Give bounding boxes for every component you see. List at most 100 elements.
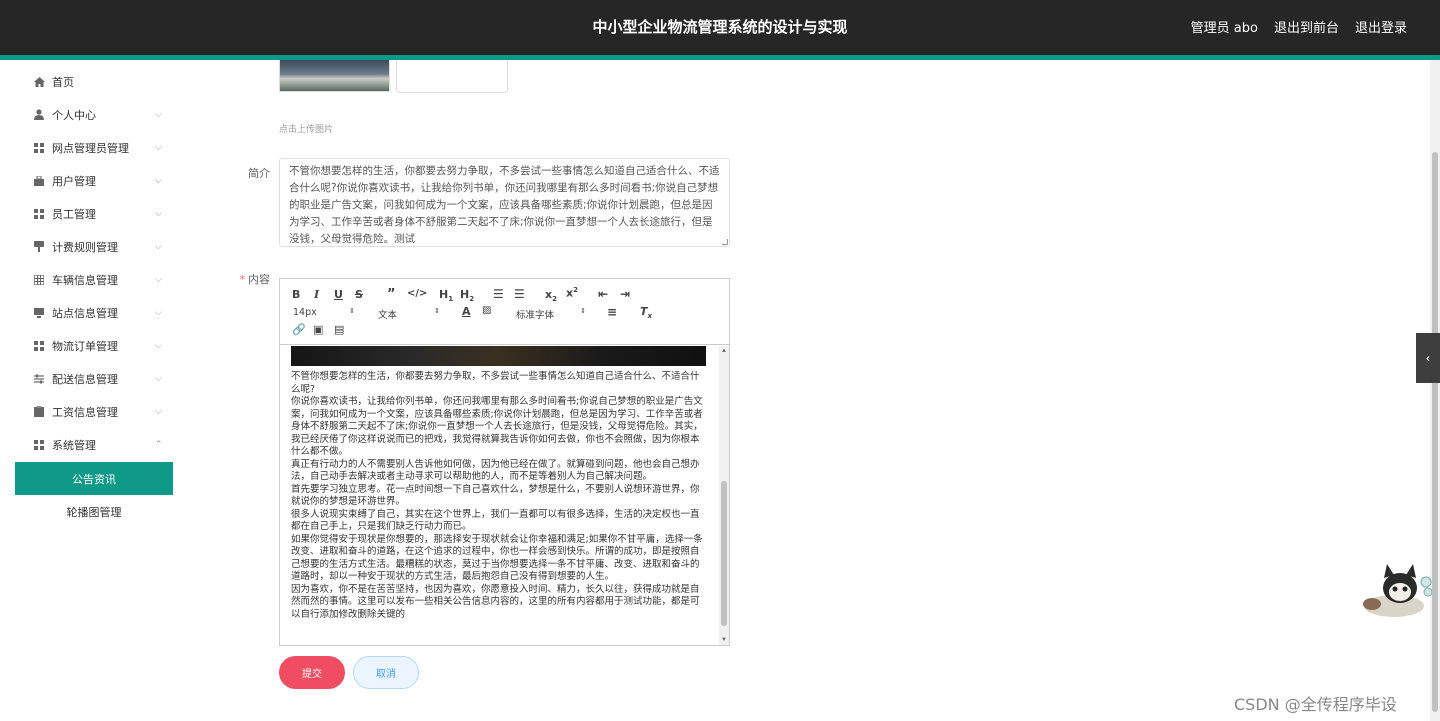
sort-arrows-icon: ⇕ (349, 307, 355, 315)
user-icon (33, 109, 45, 121)
font-size-select[interactable]: 14px ⇕ (293, 307, 355, 318)
video-icon[interactable]: ▤ (334, 323, 344, 336)
content-paragraph: 很多人说现实束缚了自己，其实在这个世界上，我们一直都可以有很多选择，生活的决定权… (291, 508, 700, 533)
content-paragraph: 不管你想要怎样的生活，你都要去努力争取，不多尝试一些事情怎么知道自己适合什么、不… (291, 371, 700, 395)
chevron-down-icon: ⌵ (155, 373, 162, 384)
sidebar-item-vehicles[interactable]: 车辆信息管理 ⌵ (15, 263, 173, 296)
chevron-up-icon: ⌃ (155, 439, 163, 450)
sidebar-item-profile[interactable]: 个人中心 ⌵ (15, 98, 173, 131)
chevron-down-icon: ⌵ (155, 340, 162, 351)
sidebar-item-label: 站点信息管理 (52, 306, 118, 320)
editor-content: 不管你想要怎样的生活，你都要去努力争取，不多尝试一些事情怎么知道自己适合什么、不… (291, 371, 706, 621)
sidebar-subitem-announcements[interactable]: 公告资讯 (15, 462, 173, 495)
header2-icon[interactable]: H2 (460, 288, 474, 303)
content-paragraph: 因为喜欢，你不是在苦苦坚持，也因为喜欢，你愿意投入时间、精力，长久以往，获得成功… (291, 583, 700, 620)
bold-icon[interactable]: B (292, 288, 300, 301)
chevron-down-icon: ⌵ (155, 142, 162, 153)
intro-text: 不管你想要怎样的生活，你都要去努力争取，不多尝试一些事情怎么知道自己适合什么、不… (289, 165, 720, 245)
editor-scrollbar[interactable]: ▲ ▼ (719, 346, 729, 645)
superscript-icon[interactable]: x2 (566, 286, 578, 300)
table-icon (33, 274, 45, 286)
sidebar-item-label: 用户管理 (52, 174, 96, 188)
sidebar-item-label: 配送信息管理 (52, 372, 118, 386)
logout-link[interactable]: 退出登录 (1355, 17, 1407, 36)
sidebar-item-salary[interactable]: 工资信息管理 ⌵ (15, 395, 173, 428)
sidebar-item-stations[interactable]: 站点信息管理 ⌵ (15, 296, 173, 329)
editor-toolbar: B I U S ” </> H1 H2 ☰ ☰ x2 x2 ⇤ ⇥ 14px ⇕ … (280, 279, 729, 345)
sidebar-subitem-carousel[interactable]: 轮播图管理 (15, 495, 173, 528)
italic-icon[interactable]: I (314, 288, 319, 301)
sidebar-item-users[interactable]: 用户管理 ⌵ (15, 164, 173, 197)
underline-icon[interactable]: U (334, 288, 343, 301)
sidebar-item-system[interactable]: 系统管理 ⌃ (15, 428, 173, 461)
sidebar-item-label: 个人中心 (52, 108, 96, 122)
chevron-down-icon: ⌵ (155, 208, 162, 219)
chevron-down-icon: ⌵ (155, 307, 162, 318)
sidebar-item-billing-rules[interactable]: 计费规则管理 ⌵ (15, 230, 173, 263)
top-header: 中小型企业物流管理系统的设计与实现 管理员 abo 退出到前台 退出登录 (0, 0, 1440, 55)
intro-textarea[interactable]: 不管你想要怎样的生活，你都要去努力争取，不多尝试一些事情怎么知道自己适合什么、不… (279, 158, 730, 247)
sidebar-item-delivery[interactable]: 配送信息管理 ⌵ (15, 362, 173, 395)
ordered-list-icon[interactable]: ☰ (493, 287, 504, 301)
sidebar-item-label: 网点管理员管理 (52, 141, 129, 155)
background-color-icon[interactable]: ▨ (482, 305, 491, 316)
header1-icon[interactable]: H1 (439, 288, 453, 303)
resize-grip[interactable] (722, 239, 728, 245)
submit-button[interactable]: 提交 (279, 656, 345, 689)
editor-body[interactable]: 不管你想要怎样的生活，你都要去努力争取，不多尝试一些事情怎么知道自己适合什么、不… (280, 346, 718, 645)
required-mark: * (239, 273, 246, 286)
font-color-icon[interactable]: A (462, 305, 471, 318)
cancel-button[interactable]: 取消 (353, 656, 419, 689)
indent-icon[interactable]: ⇥ (620, 287, 630, 301)
clear-format-icon[interactable]: Tx (640, 305, 652, 320)
strike-icon[interactable]: S (355, 288, 363, 301)
chevron-down-icon: ⌵ (155, 109, 162, 120)
editor-scroll-thumb[interactable] (721, 481, 727, 626)
sidebar-item-label: 物流订单管理 (52, 339, 118, 353)
bag-icon (33, 175, 45, 187)
sidebar-item-home[interactable]: 首页 (15, 65, 173, 98)
sidebar-item-staff[interactable]: 员工管理 ⌵ (15, 197, 173, 230)
code-icon[interactable]: </> (407, 288, 427, 299)
content-paragraph: 真正有行动力的人不需要别人告诉他如何做，因为他已经在做了。就算碰到问题，他也会自… (291, 458, 700, 483)
editor-embedded-image (291, 346, 706, 366)
back-to-front-link[interactable]: 退出到前台 (1274, 17, 1339, 36)
content-label: * 内容 (239, 273, 271, 286)
chevron-down-icon: ⌵ (155, 274, 162, 285)
sidebar-item-label: 计费规则管理 (52, 240, 118, 254)
pin-icon (33, 241, 45, 253)
sidebar-item-orders[interactable]: 物流订单管理 ⌵ (15, 329, 173, 362)
font-family-select[interactable]: 标准字体 ⇕ (516, 307, 586, 321)
content-paragraph: 首先要学习独立思考。花一点时间想一下自己喜欢什么，梦想是什么，不要别人说想环游世… (291, 483, 700, 508)
image-icon[interactable]: ▣ (313, 323, 323, 336)
cat-mascot-icon[interactable] (1360, 562, 1432, 620)
home-icon (33, 76, 45, 88)
admin-user-label: 管理员 abo (1190, 21, 1258, 36)
chevron-down-icon: ⌵ (155, 175, 162, 186)
bullet-list-icon[interactable]: ☰ (514, 287, 525, 301)
uploaded-image-thumbnail[interactable] (279, 60, 390, 92)
outdent-icon[interactable]: ⇤ (598, 287, 608, 301)
sidebar-item-label: 员工管理 (52, 207, 96, 221)
upload-image-slot[interactable] (396, 60, 508, 93)
link-icon[interactable]: 🔗 (292, 323, 306, 336)
format-select[interactable]: 文本 ⇕ (378, 307, 440, 321)
subscript-icon[interactable]: x2 (545, 288, 557, 303)
sidebar-item-label: 首页 (52, 75, 74, 89)
page-scrollbar[interactable] (1430, 60, 1440, 721)
header-actions: 管理员 abo 退出到前台 退出登录 (1191, 17, 1407, 36)
chevron-down-icon: ⌵ (155, 241, 162, 252)
page-scroll-thumb[interactable] (1432, 152, 1438, 712)
scroll-up-icon: ▲ (721, 348, 727, 354)
sidebar-item-outlet-admin[interactable]: 网点管理员管理 ⌵ (15, 131, 173, 164)
grid-icon (33, 340, 45, 352)
rich-text-editor[interactable]: B I U S ” </> H1 H2 ☰ ☰ x2 x2 ⇤ ⇥ 14px ⇕ … (279, 278, 730, 646)
grid-icon (33, 439, 45, 451)
monitor-icon (33, 307, 45, 319)
chevron-left-icon: ‹ (1426, 351, 1430, 365)
sort-arrows-icon: ⇕ (434, 307, 440, 315)
align-icon[interactable]: ≡ (607, 305, 617, 319)
blockquote-icon[interactable]: ” (387, 287, 396, 302)
side-drawer-toggle[interactable]: ‹ (1416, 333, 1440, 383)
sidebar-item-label: 车辆信息管理 (52, 273, 118, 287)
